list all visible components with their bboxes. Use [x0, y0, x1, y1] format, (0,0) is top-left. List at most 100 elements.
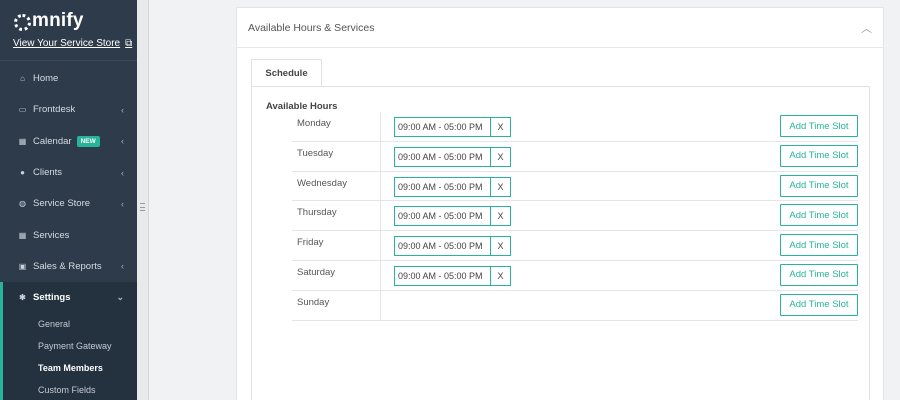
remove-slot-button[interactable]: X: [491, 267, 510, 285]
sidebar-item-clients[interactable]: ● Clients ‹: [0, 157, 137, 188]
remove-slot-button[interactable]: X: [491, 237, 510, 255]
sidebar: mnify View Your Service Store ⧉ ⌂ Home ▭…: [0, 0, 137, 400]
add-time-slot-button[interactable]: Add Time Slot: [780, 115, 858, 137]
add-time-slot-button[interactable]: Add Time Slot: [780, 144, 858, 167]
logo-text: mnify: [32, 10, 84, 31]
add-time-slot-button[interactable]: Add Time Slot: [780, 293, 858, 316]
day-row-friday: Friday 09:00 AM - 05:00 PM X Add Time Sl…: [292, 231, 858, 261]
settings-subnav: General Payment Gateway Team Members Cus…: [0, 313, 137, 400]
chevron-left-icon: ‹: [121, 261, 124, 272]
column-divider: [380, 141, 381, 171]
panel-header: Available Hours & Services ︿: [237, 8, 883, 48]
day-row-saturday: Saturday 09:00 AM - 05:00 PM X Add Time …: [292, 260, 858, 291]
chevron-left-icon: ‹: [121, 104, 124, 115]
add-time-slot-button[interactable]: Add Time Slot: [780, 204, 858, 227]
monitor-icon: ▭: [18, 105, 27, 115]
sidebar-item-settings[interactable]: ✱ Settings ⌄: [0, 282, 137, 314]
time-slot: 09:00 AM - 05:00 PM X: [394, 176, 511, 197]
drag-grip-icon: [140, 203, 145, 211]
grid-icon: ▦: [18, 230, 27, 240]
day-label: Sunday: [297, 296, 330, 308]
gear-icon: ✱: [19, 293, 26, 303]
chevron-left-icon: ‹: [121, 167, 124, 178]
sidebar-item-label: Service Store: [33, 198, 91, 210]
column-divider: [380, 201, 381, 231]
add-time-slot-button[interactable]: Add Time Slot: [780, 263, 858, 286]
remove-slot-button[interactable]: X: [491, 207, 510, 225]
time-slot-range[interactable]: 09:00 AM - 05:00 PM: [395, 177, 491, 196]
globe-icon: ◍: [19, 199, 26, 209]
sidebar-item-label: Clients: [33, 167, 63, 179]
schedule-tab-content: Available Hours Monday 09:00 AM - 05:00 …: [251, 86, 870, 400]
time-slot-range[interactable]: 09:00 AM - 05:00 PM: [395, 147, 491, 166]
sidebar-item-label: Sales & Reports: [33, 260, 102, 272]
subnav-item-custom-fields[interactable]: Custom Fields: [3, 379, 137, 400]
time-slot-range[interactable]: 09:00 AM - 05:00 PM: [395, 118, 491, 136]
add-time-slot-button[interactable]: Add Time Slot: [780, 234, 858, 257]
store-link-label: View Your Service Store: [13, 38, 121, 49]
day-label: Saturday: [297, 266, 336, 278]
sidebar-item-label: Calendar: [33, 135, 72, 147]
sidebar-item-label: Settings: [33, 292, 71, 304]
subnav-item-team-members[interactable]: Team Members: [3, 357, 137, 379]
tab-bar: Schedule: [251, 59, 322, 87]
remove-slot-button[interactable]: X: [491, 118, 510, 136]
sidebar-resize-handle[interactable]: [137, 0, 149, 400]
sidebar-item-services[interactable]: ▦ Services: [0, 219, 137, 250]
sidebar-divider: [0, 60, 137, 61]
chevron-left-icon: ‹: [121, 198, 124, 209]
time-slot-range[interactable]: 09:00 AM - 05:00 PM: [395, 237, 491, 256]
sidebar-item-service-store[interactable]: ◍ Service Store ‹: [0, 188, 137, 219]
time-slot: 09:00 AM - 05:00 PM X: [394, 206, 511, 227]
logo-ring-icon: [14, 13, 31, 31]
available-hours-panel: Available Hours & Services ︿ Schedule Av…: [236, 7, 884, 400]
column-divider: [380, 260, 381, 290]
time-slot: 09:00 AM - 05:00 PM X: [394, 117, 511, 137]
hours-table: Monday 09:00 AM - 05:00 PM X Add Time Sl…: [292, 112, 858, 321]
sidebar-item-frontdesk[interactable]: ▭ Frontdesk ‹: [0, 94, 137, 125]
sidebar-nav: ⌂ Home ▭ Frontdesk ‹ ▦ Calendar NEW ‹ ● …: [0, 63, 137, 400]
money-icon: ▣: [18, 261, 27, 271]
chevron-left-icon: ‹: [121, 136, 124, 147]
day-label: Tuesday: [297, 147, 334, 159]
column-divider: [380, 112, 381, 141]
home-icon: ⌂: [20, 74, 25, 84]
remove-slot-button[interactable]: X: [491, 178, 510, 196]
sidebar-item-label: Services: [33, 229, 70, 241]
time-slot-range[interactable]: 09:00 AM - 05:00 PM: [395, 266, 491, 285]
chevron-down-icon: ⌄: [116, 292, 124, 303]
day-label: Wednesday: [297, 177, 347, 189]
tab-schedule[interactable]: Schedule: [251, 59, 322, 87]
time-slot-range[interactable]: 09:00 AM - 05:00 PM: [395, 207, 491, 226]
sidebar-item-calendar[interactable]: ▦ Calendar NEW ‹: [0, 126, 137, 157]
chevron-up-icon[interactable]: ︿: [861, 20, 872, 36]
sidebar-item-label: Frontdesk: [33, 104, 76, 116]
subnav-item-general[interactable]: General: [3, 313, 137, 335]
day-row-sunday: Sunday Add Time Slot: [292, 290, 858, 321]
section-label: Available Hours: [266, 101, 338, 112]
day-row-tuesday: Tuesday 09:00 AM - 05:00 PM X Add Time S…: [292, 141, 858, 172]
view-service-store-link[interactable]: View Your Service Store ⧉: [13, 38, 132, 49]
day-label: Friday: [297, 237, 324, 249]
logo[interactable]: mnify: [14, 10, 84, 32]
day-label: Monday: [297, 118, 331, 129]
calendar-icon: ▦: [18, 136, 27, 146]
new-badge: NEW: [76, 135, 100, 147]
time-slot: 09:00 AM - 05:00 PM X: [394, 265, 511, 286]
panel-title: Available Hours & Services: [248, 21, 375, 34]
subnav-item-payment-gateway[interactable]: Payment Gateway: [3, 335, 137, 357]
day-label: Thursday: [297, 207, 337, 219]
day-row-monday: Monday 09:00 AM - 05:00 PM X Add Time Sl…: [292, 112, 858, 142]
day-row-thursday: Thursday 09:00 AM - 05:00 PM X Add Time …: [292, 201, 858, 232]
sidebar-item-home[interactable]: ⌂ Home: [0, 63, 137, 94]
remove-slot-button[interactable]: X: [491, 148, 510, 166]
day-row-wednesday: Wednesday 09:00 AM - 05:00 PM X Add Time…: [292, 171, 858, 202]
user-icon: ●: [20, 168, 25, 178]
sidebar-item-label: Home: [33, 73, 59, 85]
add-time-slot-button[interactable]: Add Time Slot: [780, 174, 858, 197]
external-link-icon: ⧉: [125, 38, 133, 49]
time-slot: 09:00 AM - 05:00 PM X: [394, 236, 511, 257]
column-divider: [380, 290, 381, 320]
time-slot: 09:00 AM - 05:00 PM X: [394, 146, 511, 167]
sidebar-item-sales-reports[interactable]: ▣ Sales & Reports ‹: [0, 251, 137, 282]
